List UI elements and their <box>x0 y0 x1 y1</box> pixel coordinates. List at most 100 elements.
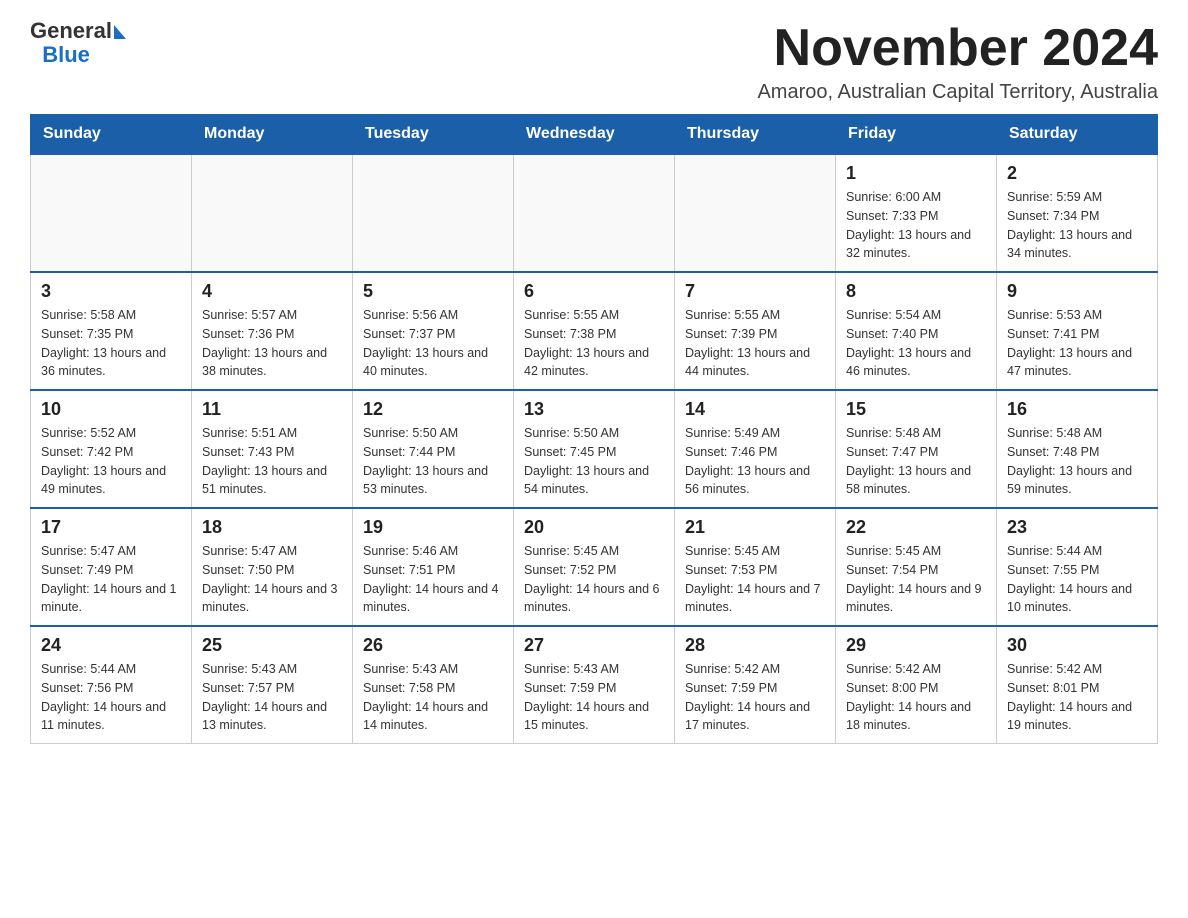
page-subtitle: Amaroo, Australian Capital Territory, Au… <box>757 81 1158 104</box>
calendar-body: 1 Sunrise: 6:00 AMSunset: 7:33 PMDaylight… <box>31 154 1158 744</box>
calendar-cell: 25 Sunrise: 5:43 AMSunset: 7:57 PMDayligh… <box>192 626 353 744</box>
day-info: Sunrise: 5:47 AMSunset: 7:49 PMDaylight:… <box>41 542 181 617</box>
day-number: 2 <box>1007 163 1147 184</box>
day-number: 1 <box>846 163 986 184</box>
page-title: November 2024 <box>757 20 1158 77</box>
calendar-cell <box>192 154 353 272</box>
calendar-cell: 3 Sunrise: 5:58 AMSunset: 7:35 PMDaylight… <box>31 272 192 390</box>
calendar-header-sunday: Sunday <box>31 115 192 155</box>
calendar-cell <box>31 154 192 272</box>
calendar-header-saturday: Saturday <box>997 115 1158 155</box>
calendar-cell: 17 Sunrise: 5:47 AMSunset: 7:49 PMDayligh… <box>31 508 192 626</box>
title-block: November 2024 Amaroo, Australian Capital… <box>757 20 1158 104</box>
calendar-cell: 18Sunrise: 5:47 AMSunset: 7:50 PMDayligh… <box>192 508 353 626</box>
day-info: Sunrise: 5:48 AMSunset: 7:48 PMDaylight:… <box>1007 424 1147 499</box>
logo-text-general: General <box>30 20 112 42</box>
calendar-cell: 27Sunrise: 5:43 AMSunset: 7:59 PMDayligh… <box>514 626 675 744</box>
page-header: General Blue November 2024 Amaroo, Austr… <box>30 20 1158 104</box>
day-info: Sunrise: 5:50 AMSunset: 7:44 PMDaylight:… <box>363 424 503 499</box>
calendar-week-1: 1 Sunrise: 6:00 AMSunset: 7:33 PMDaylight… <box>31 154 1158 272</box>
calendar-header-monday: Monday <box>192 115 353 155</box>
calendar-cell: 4 Sunrise: 5:57 AMSunset: 7:36 PMDaylight… <box>192 272 353 390</box>
day-number: 16 <box>1007 399 1147 420</box>
calendar-cell <box>353 154 514 272</box>
day-number: 10 <box>41 399 181 420</box>
day-number: 3 <box>41 281 181 302</box>
calendar-cell: 19Sunrise: 5:46 AMSunset: 7:51 PMDayligh… <box>353 508 514 626</box>
calendar-cell: 10 Sunrise: 5:52 AMSunset: 7:42 PMDayligh… <box>31 390 192 508</box>
day-info: Sunrise: 5:49 AMSunset: 7:46 PMDaylight:… <box>685 424 825 499</box>
calendar-header-tuesday: Tuesday <box>353 115 514 155</box>
day-number: 17 <box>41 517 181 538</box>
day-info: Sunrise: 5:53 AMSunset: 7:41 PMDaylight:… <box>1007 306 1147 381</box>
calendar-week-2: 3 Sunrise: 5:58 AMSunset: 7:35 PMDaylight… <box>31 272 1158 390</box>
day-info: Sunrise: 5:59 AMSunset: 7:34 PMDaylight:… <box>1007 188 1147 263</box>
calendar-cell: 11 Sunrise: 5:51 AMSunset: 7:43 PMDayligh… <box>192 390 353 508</box>
day-info: Sunrise: 5:44 AMSunset: 7:55 PMDaylight:… <box>1007 542 1147 617</box>
day-number: 28 <box>685 635 825 656</box>
calendar-cell: 13 Sunrise: 5:50 AMSunset: 7:45 PMDayligh… <box>514 390 675 508</box>
day-number: 20 <box>524 517 664 538</box>
day-number: 9 <box>1007 281 1147 302</box>
day-number: 7 <box>685 281 825 302</box>
calendar-header-wednesday: Wednesday <box>514 115 675 155</box>
calendar-cell: 29 Sunrise: 5:42 AMSunset: 8:00 PMDayligh… <box>836 626 997 744</box>
logo-text-blue: Blue <box>30 44 90 66</box>
day-number: 12 <box>363 399 503 420</box>
calendar-cell: 9 Sunrise: 5:53 AMSunset: 7:41 PMDaylight… <box>997 272 1158 390</box>
calendar-cell: 23 Sunrise: 5:44 AMSunset: 7:55 PMDayligh… <box>997 508 1158 626</box>
day-info: Sunrise: 5:42 AMSunset: 8:00 PMDaylight:… <box>846 660 986 735</box>
calendar-cell: 21Sunrise: 5:45 AMSunset: 7:53 PMDayligh… <box>675 508 836 626</box>
day-info: Sunrise: 5:50 AMSunset: 7:45 PMDaylight:… <box>524 424 664 499</box>
day-info: Sunrise: 5:52 AMSunset: 7:42 PMDaylight:… <box>41 424 181 499</box>
calendar-header-thursday: Thursday <box>675 115 836 155</box>
logo: General Blue <box>30 20 126 66</box>
calendar-table: SundayMondayTuesdayWednesdayThursdayFrid… <box>30 114 1158 744</box>
calendar-cell: 6 Sunrise: 5:55 AMSunset: 7:38 PMDaylight… <box>514 272 675 390</box>
day-info: Sunrise: 5:55 AMSunset: 7:38 PMDaylight:… <box>524 306 664 381</box>
day-info: Sunrise: 5:43 AMSunset: 7:57 PMDaylight:… <box>202 660 342 735</box>
day-number: 26 <box>363 635 503 656</box>
day-info: Sunrise: 5:48 AMSunset: 7:47 PMDaylight:… <box>846 424 986 499</box>
calendar-cell: 14 Sunrise: 5:49 AMSunset: 7:46 PMDayligh… <box>675 390 836 508</box>
calendar-week-4: 17 Sunrise: 5:47 AMSunset: 7:49 PMDayligh… <box>31 508 1158 626</box>
day-info: Sunrise: 5:57 AMSunset: 7:36 PMDaylight:… <box>202 306 342 381</box>
day-info: Sunrise: 5:58 AMSunset: 7:35 PMDaylight:… <box>41 306 181 381</box>
calendar-cell: 20 Sunrise: 5:45 AMSunset: 7:52 PMDayligh… <box>514 508 675 626</box>
day-number: 29 <box>846 635 986 656</box>
calendar-header: SundayMondayTuesdayWednesdayThursdayFrid… <box>31 115 1158 155</box>
day-info: Sunrise: 5:43 AMSunset: 7:58 PMDaylight:… <box>363 660 503 735</box>
day-info: Sunrise: 5:54 AMSunset: 7:40 PMDaylight:… <box>846 306 986 381</box>
day-number: 27 <box>524 635 664 656</box>
day-info: Sunrise: 5:56 AMSunset: 7:37 PMDaylight:… <box>363 306 503 381</box>
logo-triangle-icon <box>114 25 126 39</box>
day-info: Sunrise: 6:00 AMSunset: 7:33 PMDaylight:… <box>846 188 986 263</box>
day-info: Sunrise: 5:51 AMSunset: 7:43 PMDaylight:… <box>202 424 342 499</box>
calendar-cell: 12 Sunrise: 5:50 AMSunset: 7:44 PMDayligh… <box>353 390 514 508</box>
calendar-cell: 15 Sunrise: 5:48 AMSunset: 7:47 PMDayligh… <box>836 390 997 508</box>
day-number: 25 <box>202 635 342 656</box>
calendar-cell: 24Sunrise: 5:44 AMSunset: 7:56 PMDayligh… <box>31 626 192 744</box>
calendar-cell: 8Sunrise: 5:54 AMSunset: 7:40 PMDaylight… <box>836 272 997 390</box>
day-number: 21 <box>685 517 825 538</box>
calendar-header-friday: Friday <box>836 115 997 155</box>
calendar-cell: 22Sunrise: 5:45 AMSunset: 7:54 PMDayligh… <box>836 508 997 626</box>
calendar-cell <box>675 154 836 272</box>
day-number: 30 <box>1007 635 1147 656</box>
day-info: Sunrise: 5:42 AMSunset: 7:59 PMDaylight:… <box>685 660 825 735</box>
day-number: 23 <box>1007 517 1147 538</box>
calendar-cell: 7Sunrise: 5:55 AMSunset: 7:39 PMDaylight… <box>675 272 836 390</box>
calendar-cell: 2 Sunrise: 5:59 AMSunset: 7:34 PMDaylight… <box>997 154 1158 272</box>
day-number: 4 <box>202 281 342 302</box>
day-number: 13 <box>524 399 664 420</box>
day-number: 15 <box>846 399 986 420</box>
day-number: 14 <box>685 399 825 420</box>
calendar-cell <box>514 154 675 272</box>
day-number: 6 <box>524 281 664 302</box>
day-number: 22 <box>846 517 986 538</box>
calendar-week-5: 24Sunrise: 5:44 AMSunset: 7:56 PMDayligh… <box>31 626 1158 744</box>
calendar-cell: 30 Sunrise: 5:42 AMSunset: 8:01 PMDayligh… <box>997 626 1158 744</box>
day-info: Sunrise: 5:45 AMSunset: 7:52 PMDaylight:… <box>524 542 664 617</box>
day-number: 11 <box>202 399 342 420</box>
day-info: Sunrise: 5:42 AMSunset: 8:01 PMDaylight:… <box>1007 660 1147 735</box>
